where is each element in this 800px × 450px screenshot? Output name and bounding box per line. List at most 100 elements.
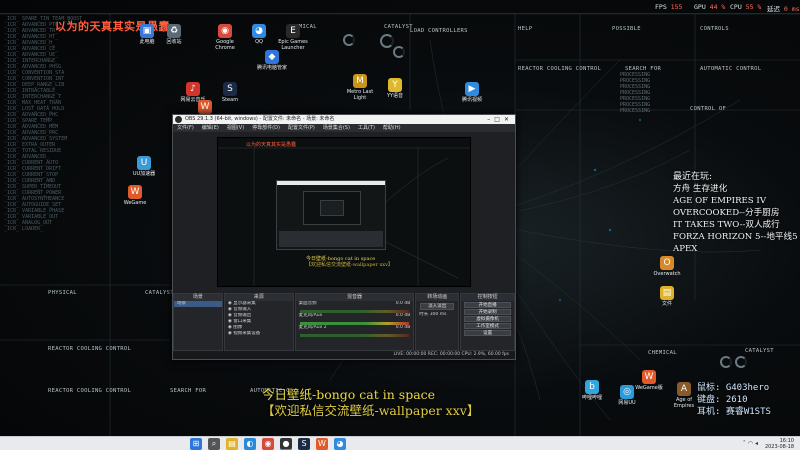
volume-meter[interactable] — [299, 322, 410, 325]
peripheral-line: 键盘: 2610 — [697, 395, 748, 405]
fps-readout: FPS 155 — [655, 3, 683, 11]
desktop-icon[interactable]: ▶ 腾讯视频 — [455, 82, 489, 103]
system-tray[interactable]: ˄◠◂ — [743, 440, 760, 447]
desktop-icon[interactable]: E Epic Games Launcher — [276, 24, 310, 51]
peripheral-line: 耳机: 赛睿W1STS — [697, 407, 771, 417]
menu-item[interactable]: 停靠部件(D) — [252, 125, 280, 131]
left-data-column: _ICR_ SPARE_TIN TEAM_BOOST _ICR_ ADVANCED… — [4, 16, 104, 232]
nested-docks — [279, 231, 383, 247]
app-icon: M — [353, 74, 367, 88]
caption-line-1: 今日壁纸-bongo cat in space — [262, 387, 436, 402]
caption-line-2: 【欢迎私信交流壁纸-wallpaper xxv】 — [262, 403, 480, 418]
control-button[interactable]: 工作室模式 — [464, 323, 512, 329]
desktop-icon[interactable]: b 哔哩哔哩 — [575, 380, 609, 401]
volume-meter[interactable] — [299, 334, 410, 337]
maximize-icon[interactable]: □ — [494, 116, 504, 123]
app-icon: ♪ — [186, 82, 200, 96]
desktop-icon[interactable]: ♻ 回收站 — [157, 24, 191, 45]
mixer-channel: 麦克风/Aux 2 0.0 dB — [296, 325, 414, 331]
obs-title-bar[interactable]: OBS 29.1.3 (64-bit, windows) - 配置文件: 未命名… — [173, 115, 515, 124]
file-explorer-icon[interactable]: ▤ — [226, 438, 238, 450]
data-row: _ICR_ LOADER_ — [4, 226, 44, 232]
obs-preview-canvas[interactable]: 以为的天真其实是愚蠢 今日壁纸-bongo cat in space 【欢迎私信… — [217, 137, 471, 287]
close-icon[interactable]: ✕ — [504, 116, 513, 123]
mixer-channel-label: 桌面音频 — [298, 301, 317, 306]
wifi-icon[interactable]: ◠ — [748, 440, 755, 447]
load-controllers-panel: LOAD CONTROLLERS — [410, 28, 468, 34]
gpu-readout: GPU 44 % — [694, 3, 726, 11]
app-icon: A — [677, 382, 691, 396]
recent-game: AGE OF EMPIRES IV — [673, 196, 767, 206]
menu-item[interactable]: 文件(F) — [177, 125, 194, 131]
catalyst-gauge-1 — [380, 34, 394, 48]
obs-icon[interactable]: ● — [280, 438, 292, 450]
peripherals-overlay: 鼠标: G403hero 键盘: 2610 耳机: 赛睿W1STS — [697, 382, 771, 418]
taskbar-clock[interactable]: 16:10 2023-08-18 — [765, 438, 794, 450]
menu-item[interactable]: 工具(T) — [358, 125, 375, 131]
source-item[interactable]: ◉ 视频采集设备 — [225, 331, 293, 337]
desktop-icon[interactable]: S Steam — [213, 82, 247, 103]
desktop-icon-label: Steam — [221, 97, 239, 103]
scenes-dock-title: 场景 — [174, 294, 222, 301]
control-button[interactable]: 虚拟摄像机 — [464, 316, 512, 322]
menu-item[interactable]: 场景集合(S) — [323, 125, 350, 131]
start-icon[interactable]: ⊞ — [190, 438, 202, 450]
desktop-icon[interactable]: WWeGame — [118, 185, 152, 206]
wegame-icon[interactable]: W — [316, 438, 328, 450]
desktop-icon[interactable]: ◆ 腾讯电脑管家 — [255, 50, 289, 71]
desktop-icon-label: 回收站 — [166, 39, 182, 45]
desktop-icon[interactable]: ◎ 网易UU — [610, 385, 644, 406]
steam-icon[interactable]: S — [298, 438, 310, 450]
edge-icon[interactable]: ◐ — [244, 438, 256, 450]
obs-title-text: OBS 29.1.3 (64-bit, windows) - 配置文件: 未命名… — [185, 116, 335, 122]
search-icon[interactable]: ⌕ — [208, 438, 220, 450]
volume-meter[interactable] — [299, 310, 410, 313]
chemical-gauge-2 — [720, 356, 732, 368]
desktop-icon-label: 腾讯视频 — [461, 97, 482, 103]
recent-game: IT TAKES TWO--双人成行 — [673, 220, 780, 230]
app-icon: W — [128, 185, 142, 199]
obs-window[interactable]: OBS 29.1.3 (64-bit, windows) - 配置文件: 未命名… — [172, 114, 516, 360]
desktop-icon[interactable]: Y YY语音 — [378, 78, 412, 99]
app-icon: ▤ — [660, 286, 674, 300]
taskbar-apps: ⊞ ⌕ ▤ ◐ ◉ ● S W ◕ — [190, 438, 346, 450]
controls-panel: CONTROLS — [700, 26, 729, 32]
desktop-icon[interactable]: ◉ Google Chrome — [208, 24, 242, 51]
desktop-icon[interactable]: O Overwatch — [650, 256, 684, 277]
recent-game: APEX — [673, 244, 698, 254]
clock-date: 2023-08-18 — [764, 444, 794, 450]
desktop-icon-label: WeGame — [123, 200, 147, 206]
menu-item[interactable]: 配置文件(P) — [288, 125, 315, 131]
source-label: 音频输出 — [233, 313, 252, 318]
control-button[interactable]: 开始直播 — [464, 302, 512, 308]
desktop-icon-label: Google Chrome — [215, 39, 235, 51]
process-column: PROCESSING PROCESSING PROCESSING PROCESSING… — [620, 72, 690, 114]
desktop-icon-label: Age of Empires — [673, 397, 695, 409]
desktop-icon[interactable]: A Age of Empires — [667, 382, 701, 409]
desktop-icon[interactable]: U UU加速器 — [127, 156, 161, 177]
control-button[interactable]: 开始录制 — [464, 309, 512, 315]
app-icon: O — [660, 256, 674, 270]
scene-item[interactable]: 场景 — [174, 301, 222, 307]
menu-item[interactable]: 编辑(E) — [202, 125, 219, 131]
control-button[interactable]: 设置 — [464, 330, 512, 336]
audio-mixer-dock: 混音器 桌面音频 0.0 dB 麦克风/Aux 0.0 dB 麦克风/Aux 2 0.0 … — [294, 293, 415, 351]
app-icon: ◉ — [218, 24, 232, 38]
physical-panel: PHYSICAL — [48, 290, 77, 296]
app-icon: b — [585, 380, 599, 394]
transition-duration-value[interactable]: 300 ms — [430, 312, 447, 317]
app-icon: U — [137, 156, 151, 170]
qq-icon[interactable]: ◕ — [334, 438, 346, 450]
desktop-icon[interactable]: ◕ QQ — [242, 24, 276, 45]
menu-item[interactable]: 视图(V) — [227, 125, 244, 131]
volume-icon[interactable]: ◂ — [755, 440, 760, 447]
nested-preview — [303, 191, 361, 225]
source-label: 音频输入 — [233, 307, 252, 312]
desktop-icon-label: 哔哩哔哩 — [581, 395, 602, 401]
chrome-icon[interactable]: ◉ — [262, 438, 274, 450]
menu-item[interactable]: 帮助(H) — [383, 125, 401, 131]
transition-select[interactable]: 淡入淡出 — [420, 303, 455, 310]
desktop-icon[interactable]: M Metro Last Light — [343, 74, 377, 101]
mixer-db-value: 0.0 dB — [395, 325, 411, 330]
desktop-icon[interactable]: ▤ 文件 — [650, 286, 684, 307]
